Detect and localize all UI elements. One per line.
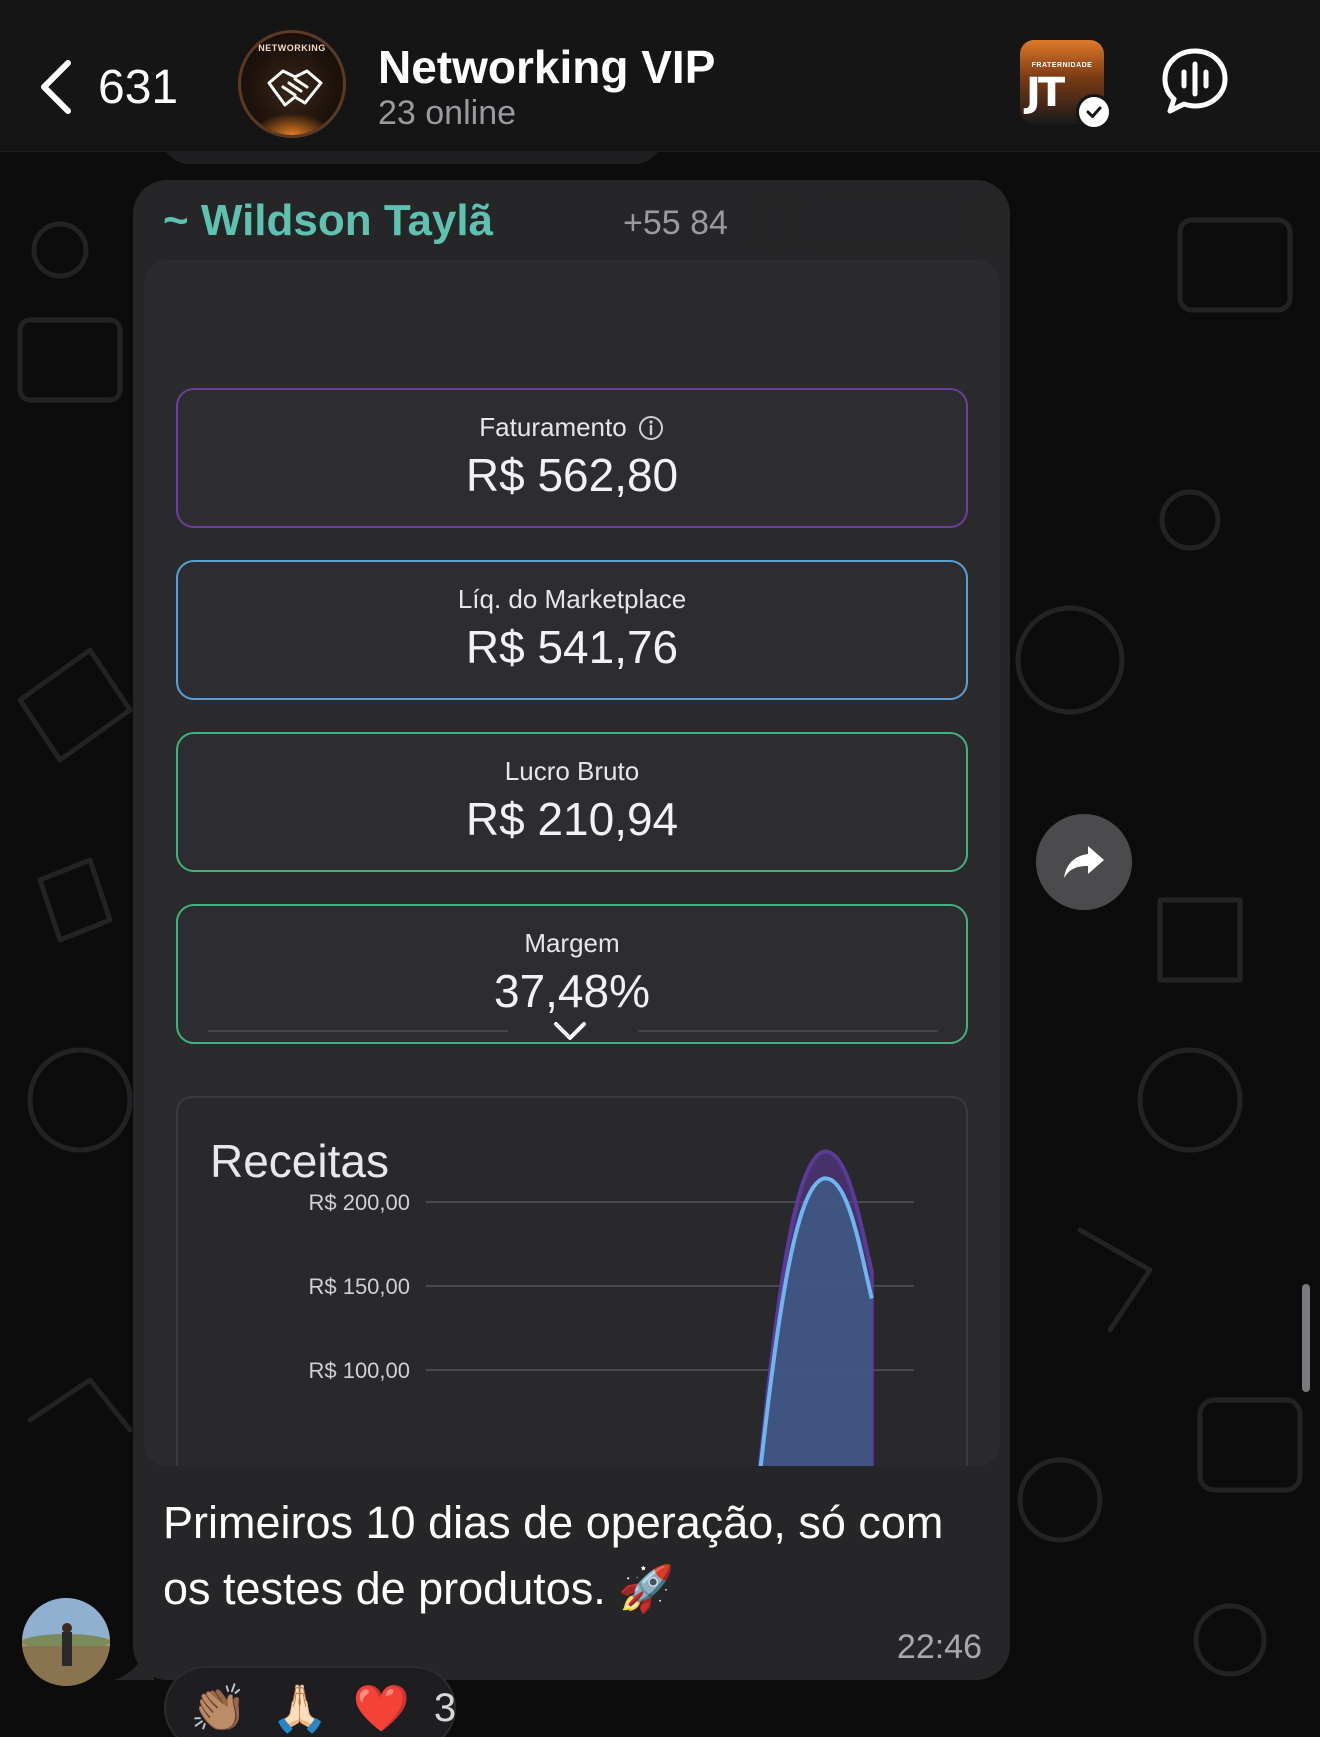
handshake-icon — [267, 69, 323, 107]
message-time: 22:46 — [896, 1628, 982, 1666]
forward-button[interactable] — [1036, 814, 1132, 910]
divider-right — [638, 1030, 938, 1032]
metric-value: R$ 541,76 — [465, 621, 679, 673]
metric-label: Margem — [524, 928, 620, 958]
y-tick-label: R$ 200,00 — [308, 1190, 410, 1215]
online-status: 23 online — [378, 94, 517, 132]
forward-arrow-icon — [1064, 846, 1104, 878]
channel-badge[interactable]: FRATERNIDADE JT — [1020, 40, 1112, 130]
scrollbar[interactable] — [1302, 1284, 1310, 1392]
chat-header: 631 NETWORKING Networking VIP 23 online … — [0, 0, 1320, 152]
metric-card-liquido: Líq. do Marketplace R$ 541,76 — [176, 560, 968, 700]
voice-chat-icon[interactable] — [1160, 46, 1230, 116]
unread-count: 631 — [98, 60, 179, 114]
avatar-label: NETWORKING — [258, 43, 326, 53]
metric-label: Lucro Bruto — [504, 756, 640, 786]
reactions-bar[interactable]: 👏🏽 🙏🏻 ❤️ 3 — [164, 1666, 456, 1737]
reaction-count: 3 — [433, 1685, 457, 1730]
info-icon — [638, 415, 663, 440]
sender-avatar[interactable] — [22, 1598, 110, 1686]
message-bubble[interactable]: ~ Wildson Taylã +55 84 Faturamento R$ 56… — [133, 180, 1010, 1680]
folded-hands-emoji[interactable]: 🙏🏻 — [271, 1683, 328, 1733]
metric-label: Líq. do Marketplace — [457, 584, 687, 614]
verified-check-icon — [1076, 94, 1112, 130]
group-avatar[interactable]: NETWORKING — [238, 30, 346, 138]
y-tick-label: R$ 150,00 — [308, 1274, 410, 1299]
message-text: Primeiros 10 dias de operação, só com os… — [163, 1497, 944, 1614]
group-title[interactable]: Networking VIP — [378, 40, 715, 94]
sender-name[interactable]: ~ Wildson Taylã — [163, 196, 493, 246]
receitas-chart: R$ 200,00 R$ 150,00 R$ 100,00 — [308, 1149, 914, 1466]
receitas-card: Receitas R$ 200,00 R$ 150,00 R$ 100,00 — [176, 1096, 968, 1466]
metric-value: R$ 562,80 — [465, 449, 679, 501]
y-tick-label: R$ 100,00 — [308, 1358, 410, 1383]
metric-card-lucro-bruto: Lucro Bruto R$ 210,94 — [176, 732, 968, 872]
redacted-phone — [743, 200, 1003, 246]
chevron-left-icon — [41, 60, 71, 114]
divider-left — [208, 1030, 508, 1032]
red-heart-emoji[interactable]: ❤️ — [353, 1683, 410, 1733]
metric-value: R$ 210,94 — [465, 793, 679, 845]
channel-logo: JT — [1026, 70, 1065, 116]
chevron-down-icon[interactable] — [544, 1012, 596, 1052]
metric-value: 37,48% — [493, 965, 650, 1017]
metric-card-faturamento: Faturamento R$ 562,80 — [176, 388, 968, 528]
sender-phone: +55 84 — [623, 204, 728, 242]
back-button[interactable]: 631 — [36, 52, 186, 122]
clapping-hands-emoji[interactable]: 👏🏽 — [190, 1683, 247, 1733]
channel-badge-subtitle: FRATERNIDADE — [1031, 62, 1093, 69]
attached-image[interactable]: Faturamento R$ 562,80 Líq. do Marketplac… — [144, 260, 1000, 1466]
metric-label: Faturamento — [479, 412, 627, 442]
